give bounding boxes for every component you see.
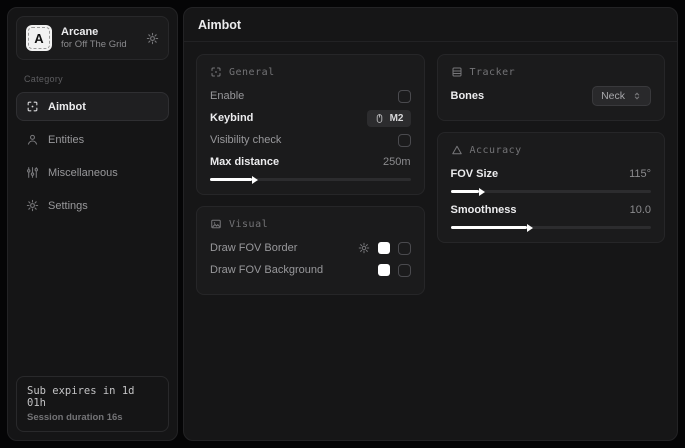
page-title: Aimbot [198,18,663,32]
fov-size-value: 115° [629,168,651,180]
slider-fill [210,178,252,181]
fov-size-row: FOV Size 115° [451,163,652,185]
gear-icon [26,199,39,212]
visibility-check-label: Visibility check [210,134,281,146]
visual-panel-title: Visual [229,219,268,230]
fov-background-color-swatch[interactable] [378,264,390,276]
visual-panel-header: Visual [210,218,411,230]
logo-letter: A [34,31,43,46]
fov-background-row: Draw FOV Background [210,259,411,281]
image-icon [210,218,222,230]
slider-fill [451,190,479,193]
tracker-panel-header: Tracker [451,66,652,78]
keybind-row: Keybind M2 [210,107,411,129]
right-column: Tracker Bones Neck [437,54,666,243]
sidebar-item-miscellaneous[interactable]: Miscellaneous [16,158,169,187]
fov-background-controls [378,264,411,277]
fov-size-slider[interactable] [451,190,652,193]
enable-checkbox[interactable] [398,90,411,103]
app-title: Arcane [61,26,137,38]
max-distance-value: 250m [383,156,411,168]
app-logo: A [26,25,52,51]
mouse-icon [374,113,385,124]
sidebar-item-aimbot[interactable]: Aimbot [16,92,169,121]
smoothness-label: Smoothness [451,204,517,216]
entities-icon [26,133,39,146]
smoothness-slider[interactable] [451,226,652,229]
fov-border-controls [358,242,411,255]
bones-row: Bones Neck [451,85,652,107]
scope-icon [210,66,222,78]
visual-panel: Visual Draw FOV Border Draw [196,206,425,295]
fov-border-label: Draw FOV Border [210,242,297,254]
triangle-icon [451,144,463,156]
accuracy-panel-header: Accuracy [451,144,652,156]
tracker-panel-title: Tracker [470,67,516,78]
keybind-button[interactable]: M2 [367,110,411,127]
general-panel-title: General [229,67,275,78]
brand-text: Arcane for Off The Grid [61,26,137,50]
sidebar: A Arcane for Off The Grid Category Aimbo… [7,7,178,441]
sidebar-item-label: Settings [48,200,88,212]
fov-background-checkbox[interactable] [398,264,411,277]
general-panel-header: General [210,66,411,78]
smoothness-value: 10.0 [630,204,651,216]
sidebar-item-entities[interactable]: Entities [16,125,169,154]
tracker-panel: Tracker Bones Neck [437,54,666,121]
sidebar-nav: Aimbot Entities Miscellaneous Settings [16,92,169,220]
max-distance-row: Max distance 250m [210,151,411,173]
slider-fill [451,226,527,229]
main-content: General Enable Keybind M2 [184,42,677,307]
smoothness-row: Smoothness 10.0 [451,199,652,221]
sidebar-item-label: Miscellaneous [48,167,118,179]
sidebar-item-settings[interactable]: Settings [16,191,169,220]
fov-border-color-swatch[interactable] [378,242,390,254]
sidebar-item-label: Entities [48,134,84,146]
fov-border-row: Draw FOV Border [210,237,411,259]
accuracy-panel-title: Accuracy [470,145,522,156]
gear-icon[interactable] [358,242,370,254]
enable-row: Enable [210,85,411,107]
layers-icon [451,66,463,78]
main-panel: Aimbot General Enable [183,7,678,441]
sub-expiry-text: Sub expires in 1d 01h [27,385,158,409]
max-distance-slider[interactable] [210,178,411,181]
gear-icon[interactable] [146,32,159,45]
chevron-updown-icon [632,91,642,101]
sliders-icon [26,166,39,179]
fov-border-checkbox[interactable] [398,242,411,255]
main-header: Aimbot [184,8,677,42]
subscription-card: Sub expires in 1d 01h Session duration 1… [16,376,169,432]
session-duration-text: Session duration 16s [27,412,158,423]
app-window: A Arcane for Off The Grid Category Aimbo… [0,0,685,448]
visibility-check-checkbox[interactable] [398,134,411,147]
accuracy-panel: Accuracy FOV Size 115° Smoothness 10.0 [437,132,666,243]
left-column: General Enable Keybind M2 [196,54,425,295]
fov-background-label: Draw FOV Background [210,264,323,276]
fov-size-label: FOV Size [451,168,499,180]
category-label: Category [24,74,161,84]
enable-label: Enable [210,90,244,102]
crosshair-icon [26,100,39,113]
bones-select[interactable]: Neck [592,86,651,106]
brand-card: A Arcane for Off The Grid [16,16,169,60]
bones-selected-value: Neck [601,90,625,102]
visibility-check-row: Visibility check [210,129,411,151]
bones-label: Bones [451,90,485,102]
keybind-value: M2 [390,113,404,124]
sidebar-item-label: Aimbot [48,101,86,113]
app-subtitle: for Off The Grid [61,39,137,50]
keybind-label: Keybind [210,112,253,124]
max-distance-label: Max distance [210,156,279,168]
general-panel: General Enable Keybind M2 [196,54,425,195]
